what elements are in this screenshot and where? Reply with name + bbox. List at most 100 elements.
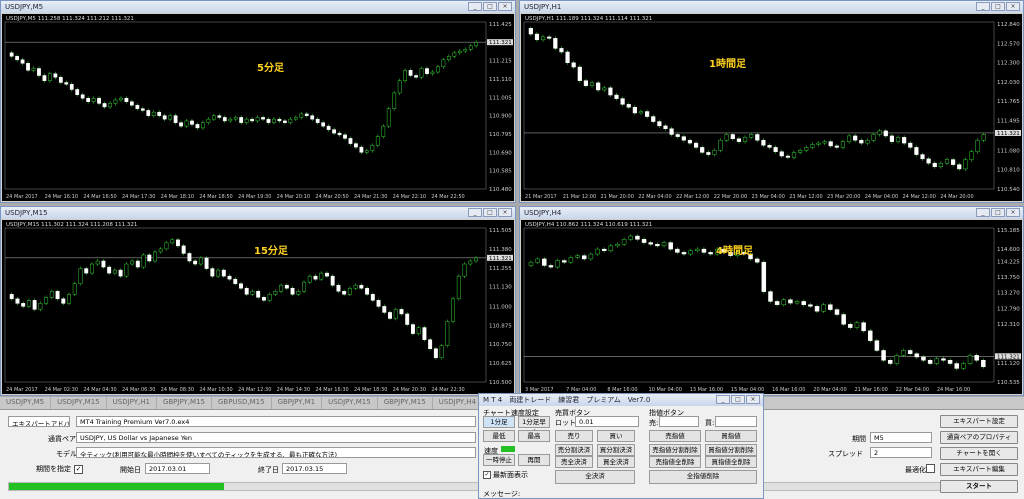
close-icon[interactable]: × bbox=[1006, 2, 1020, 11]
speed-1min-fast-button[interactable]: 1分足早く bbox=[518, 416, 550, 436]
speed-1min-button[interactable]: 1分足 bbox=[483, 416, 515, 428]
sell-button[interactable]: 売り bbox=[555, 430, 593, 442]
close-icon[interactable]: × bbox=[498, 2, 512, 11]
chart-tab[interactable]: USDJPY,M15 bbox=[51, 397, 107, 409]
candle-body bbox=[742, 137, 748, 142]
candlestick-chart[interactable]: 115.185 114.600 114.225 113.750 113.270 112.7… bbox=[521, 220, 1022, 394]
sell-all-close-button[interactable]: 売全決済 bbox=[555, 456, 593, 468]
chart-tab[interactable]: GBPUSD,M15 bbox=[212, 397, 272, 409]
candle-body bbox=[651, 116, 656, 122]
sell-limit-button[interactable]: 売指値 bbox=[649, 430, 701, 442]
chart-area[interactable]: 111.505 111.380 111.321 111.255 111.130 111.0… bbox=[2, 220, 514, 394]
sell-limit-all-delete-button[interactable]: 売指値全削除 bbox=[649, 456, 701, 468]
candle-body bbox=[779, 151, 784, 157]
ea-settings-button[interactable]: エキスパート設定 bbox=[940, 415, 1018, 428]
resume-button[interactable]: 再開 bbox=[518, 454, 550, 466]
candlestick-chart[interactable]: 112.840 112.570 112.300 112.030 111.765 111.4… bbox=[521, 14, 1022, 201]
buy-partial-close-button[interactable]: 買分割決済 bbox=[597, 444, 635, 456]
chart-window-m5[interactable]: USDJPY,M5 _ □ × 111.425 111.321 111.215 111.1… bbox=[0, 0, 516, 203]
candle-body bbox=[436, 66, 440, 73]
chart-area[interactable]: 112.840 112.570 112.300 112.030 111.765 111.4… bbox=[521, 14, 1022, 201]
timeframe-select[interactable]: M5 bbox=[870, 432, 932, 443]
chart-window-m15[interactable]: USDJPY,M15 _ □ × 111.505 111.380 111.321 111.… bbox=[0, 206, 516, 396]
candle-body bbox=[195, 124, 200, 129]
close-icon[interactable]: × bbox=[1006, 208, 1020, 217]
candle-body bbox=[583, 80, 589, 86]
pair-select[interactable]: USDJPY, US Dollar vs Japanese Yen bbox=[76, 432, 476, 443]
period-checkbox[interactable]: 期間を指定 ✓ bbox=[36, 464, 83, 474]
minimize-icon[interactable]: _ bbox=[716, 395, 730, 404]
sell-limit-partial-delete-button[interactable]: 売指値分割削除 bbox=[649, 444, 701, 456]
speed-slider[interactable] bbox=[501, 446, 515, 452]
start-button[interactable]: スタート bbox=[940, 480, 1018, 493]
time-tick: 24 Mar 20:30 bbox=[393, 387, 426, 393]
speed-slowest-button[interactable]: 最低 bbox=[483, 430, 515, 442]
chart-window-h4[interactable]: USDJPY,H4 _ □ × 115.185 114.600 114.225 113.7… bbox=[519, 206, 1024, 396]
close-all-button[interactable]: 全決済 bbox=[555, 470, 635, 484]
pending-buy-field[interactable] bbox=[715, 416, 757, 427]
candle-body bbox=[608, 87, 613, 96]
edit-ea-button[interactable]: エキスパート編集 bbox=[940, 463, 1018, 476]
chart-area[interactable]: 111.425 111.321 111.215 111.110 111.005 110.9… bbox=[2, 14, 514, 201]
ea-type-select[interactable]: エキスパートアドバイザ bbox=[8, 416, 70, 427]
maximize-icon[interactable]: □ bbox=[991, 2, 1005, 11]
close-icon[interactable]: × bbox=[498, 208, 512, 217]
spread-select[interactable]: 2 bbox=[870, 447, 932, 458]
chart-tab[interactable]: GBPJPY,M1 bbox=[272, 397, 323, 409]
chart-tab[interactable]: USDJPY,M5 bbox=[0, 397, 52, 409]
lot-field[interactable]: 0.01 bbox=[575, 416, 639, 427]
candle-body bbox=[724, 134, 729, 141]
candle-body bbox=[828, 141, 833, 147]
chart-tab[interactable]: USDJPY,H4 bbox=[433, 397, 484, 409]
optimize-checkbox[interactable] bbox=[926, 464, 935, 473]
chart-tab[interactable]: GBPJPY,M15 bbox=[378, 397, 433, 409]
buy-limit-partial-delete-button[interactable]: 買指値分割削除 bbox=[705, 444, 757, 456]
candle-body bbox=[577, 66, 582, 81]
buy-limit-all-delete-button[interactable]: 買指値全削除 bbox=[705, 456, 757, 468]
speed-fastest-button[interactable]: 最高 bbox=[518, 430, 550, 442]
maximize-icon[interactable]: □ bbox=[731, 395, 745, 404]
candle-body bbox=[299, 113, 304, 118]
maximize-icon[interactable]: □ bbox=[991, 208, 1005, 217]
minimize-icon[interactable]: _ bbox=[976, 2, 990, 11]
pause-button[interactable]: 一時停止 bbox=[483, 454, 515, 466]
ea-select[interactable]: MT4 Training Premium Ver7.0.ex4 bbox=[76, 416, 476, 427]
close-icon[interactable]: × bbox=[746, 395, 760, 404]
delete-all-limits-button[interactable]: 全指値削除 bbox=[649, 470, 757, 484]
candle-body bbox=[814, 306, 820, 312]
price-tick: 110.585 bbox=[489, 169, 512, 175]
latest-checkbox[interactable]: ✓ 最新面表示 bbox=[483, 470, 528, 480]
model-select[interactable]: 全ティック(利用可能な最小時間枠を使いすべてのティックを生成する、最も正確な方法… bbox=[76, 447, 476, 458]
buy-limit-button[interactable]: 買指値 bbox=[705, 430, 757, 442]
candle-body bbox=[595, 248, 600, 255]
maximize-icon[interactable]: □ bbox=[483, 2, 497, 11]
candle-body bbox=[914, 353, 920, 358]
from-date-field[interactable]: 2017.03.01 bbox=[145, 463, 210, 474]
chart-tab[interactable]: GBPJPY,M15 bbox=[157, 397, 212, 409]
open-chart-button[interactable]: チャートを開く bbox=[940, 447, 1018, 460]
minimize-icon[interactable]: _ bbox=[468, 208, 482, 217]
sell-partial-close-button[interactable]: 売分割決済 bbox=[555, 444, 593, 456]
pending-sell-field[interactable] bbox=[659, 416, 699, 427]
candle-body bbox=[761, 139, 766, 146]
candlestick-chart[interactable]: 111.425 111.321 111.215 111.110 111.005 110.9… bbox=[2, 14, 514, 201]
to-date-field[interactable]: 2017.03.15 bbox=[282, 463, 347, 474]
candle-body bbox=[562, 260, 567, 263]
candle-body bbox=[821, 304, 826, 312]
chart-window-h1[interactable]: USDJPY,H1 _ □ × 112.840 112.570 112.300 112.0… bbox=[519, 0, 1024, 203]
time-tick: 21 Mar 12:00 bbox=[563, 194, 596, 200]
buy-button[interactable]: 買い bbox=[597, 430, 635, 442]
candle-body bbox=[277, 118, 282, 122]
buy-all-close-button[interactable]: 買全決済 bbox=[597, 456, 635, 468]
maximize-icon[interactable]: □ bbox=[483, 208, 497, 217]
chart-tab[interactable]: USDJPY,M15 bbox=[322, 397, 378, 409]
minimize-icon[interactable]: _ bbox=[976, 208, 990, 217]
price-tick: 112.030 bbox=[997, 80, 1020, 86]
minimize-icon[interactable]: _ bbox=[468, 2, 482, 11]
candle-body bbox=[834, 145, 839, 148]
chart-tab[interactable]: USDJPY,H1 bbox=[107, 397, 157, 409]
price-tick: 111.321 bbox=[489, 40, 512, 46]
chart-area[interactable]: 115.185 114.600 114.225 113.750 113.270 112.7… bbox=[521, 220, 1022, 394]
pair-properties-button[interactable]: 通貨ペアのプロパティ bbox=[940, 431, 1018, 444]
candle-body bbox=[403, 70, 408, 81]
